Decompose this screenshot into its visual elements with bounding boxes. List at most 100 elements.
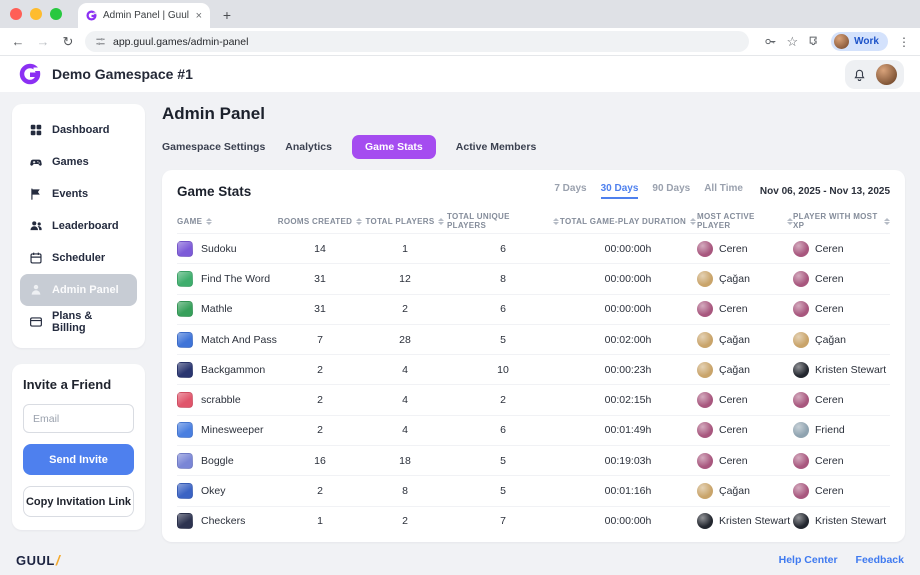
- close-window-button[interactable]: [10, 8, 22, 20]
- app-body: Dashboard Games Events Leaderboard Sched…: [0, 92, 920, 546]
- player-name: Kristen Stewart: [719, 515, 790, 527]
- game-icon: [177, 241, 193, 257]
- column-header-label: Total Game-Play Duration: [560, 217, 686, 226]
- total-players-cell: 8: [363, 485, 447, 497]
- player-avatar: [697, 453, 713, 469]
- sidebar-nav: Dashboard Games Events Leaderboard Sched…: [12, 104, 145, 348]
- sort-icon: [206, 218, 212, 225]
- player-avatar: [793, 422, 809, 438]
- game-name: Mathle: [201, 303, 233, 315]
- minimize-window-button[interactable]: [30, 8, 42, 20]
- most-active-player-cell: Çağan: [697, 483, 793, 499]
- total-players-cell: 2: [363, 515, 447, 527]
- column-header-5[interactable]: Most Active Player: [697, 212, 793, 230]
- notifications-bell-icon[interactable]: [852, 67, 867, 82]
- rooms-created-cell: 2: [277, 394, 363, 406]
- column-header-1[interactable]: Rooms Created: [277, 217, 363, 226]
- column-header-0[interactable]: Game: [177, 217, 277, 226]
- player-avatar: [697, 301, 713, 317]
- game-icon: [177, 362, 193, 378]
- new-tab-button[interactable]: +: [216, 4, 238, 26]
- sidebar-item-plans-billing[interactable]: Plans & Billing: [20, 306, 137, 338]
- player-name: Friend: [815, 424, 845, 436]
- page-title: Admin Panel: [162, 104, 905, 124]
- game-icon: [177, 483, 193, 499]
- copy-invitation-link-button[interactable]: Copy Invitation Link: [23, 486, 134, 517]
- tab-gamespace-settings[interactable]: Gamespace Settings: [162, 135, 265, 159]
- send-invite-button[interactable]: Send Invite: [23, 444, 134, 475]
- sidebar-item-dashboard[interactable]: Dashboard: [20, 114, 137, 146]
- column-header-6[interactable]: Player With Most XP: [793, 212, 890, 230]
- sidebar-item-scheduler[interactable]: Scheduler: [20, 242, 137, 274]
- sidebar-item-label: Events: [52, 188, 88, 200]
- browser-tab[interactable]: Admin Panel | Guul ×: [78, 3, 210, 28]
- extensions-puzzle-icon[interactable]: [808, 35, 821, 48]
- date-range[interactable]: Nov 06, 2025 - Nov 13, 2025: [760, 186, 890, 197]
- total-unique-players-cell: 5: [447, 485, 559, 497]
- column-header-2[interactable]: Total Players: [363, 217, 447, 226]
- player-name: Ceren: [815, 455, 844, 467]
- sidebar-item-label: Dashboard: [52, 124, 109, 136]
- browser-menu-icon[interactable]: ⋮: [898, 35, 910, 49]
- column-header-4[interactable]: Total Game-Play Duration: [559, 217, 697, 226]
- column-header-label: Total Players: [366, 217, 435, 226]
- total-unique-players-cell: 6: [447, 243, 559, 255]
- help-center-link[interactable]: Help Center: [779, 554, 838, 566]
- player-avatar: [697, 362, 713, 378]
- close-tab-icon[interactable]: ×: [196, 10, 202, 22]
- forward-button[interactable]: →: [35, 34, 51, 49]
- most-active-player-cell: Ceren: [697, 422, 793, 438]
- email-field[interactable]: [23, 404, 134, 433]
- column-header-label: Player With Most XP: [793, 212, 880, 230]
- column-header-3[interactable]: Total Unique Players: [447, 212, 559, 230]
- reload-button[interactable]: ↻: [60, 34, 76, 50]
- rooms-created-cell: 2: [277, 424, 363, 436]
- passwords-key-icon[interactable]: [764, 35, 777, 48]
- total-unique-players-cell: 5: [447, 455, 559, 467]
- duration-cell: 00:02:00h: [559, 334, 697, 346]
- bookmark-star-icon[interactable]: ☆: [787, 34, 799, 50]
- game-cell: Minesweeper: [177, 422, 277, 438]
- duration-cell: 00:00:00h: [559, 243, 697, 255]
- sidebar-item-label: Plans & Billing: [52, 310, 128, 334]
- filter-90-days[interactable]: 90 Days: [652, 183, 690, 199]
- header-actions: [845, 60, 904, 89]
- range-filters: 7 Days 30 Days 90 Days All Time Nov 06, …: [554, 183, 890, 199]
- player-avatar: [793, 453, 809, 469]
- total-unique-players-cell: 6: [447, 303, 559, 315]
- tab-title: Admin Panel | Guul: [103, 10, 190, 21]
- table-row: Backgammon241000:00:23hÇağanKristen Stew…: [177, 354, 890, 384]
- sidebar-item-events[interactable]: Events: [20, 178, 137, 210]
- table-row: Sudoku141600:00:00hCerenCeren: [177, 233, 890, 263]
- sidebar-item-games[interactable]: Games: [20, 146, 137, 178]
- table-row: scrabble24200:02:15hCerenCeren: [177, 384, 890, 414]
- zoom-window-button[interactable]: [50, 8, 62, 20]
- total-players-cell: 4: [363, 424, 447, 436]
- rooms-created-cell: 31: [277, 303, 363, 315]
- rooms-created-cell: 31: [277, 273, 363, 285]
- player-avatar: [697, 513, 713, 529]
- most-xp-player-cell: Ceren: [793, 271, 890, 287]
- back-button[interactable]: ←: [10, 34, 26, 49]
- user-avatar[interactable]: [876, 64, 897, 85]
- filter-all-time[interactable]: All Time: [704, 183, 743, 199]
- most-xp-player-cell: Ceren: [793, 241, 890, 257]
- tab-game-stats[interactable]: Game Stats: [352, 135, 436, 159]
- url-bar[interactable]: app.guul.games/admin-panel: [85, 31, 749, 52]
- game-name: scrabble: [201, 394, 241, 406]
- filter-7-days[interactable]: 7 Days: [554, 183, 586, 199]
- filter-30-days[interactable]: 30 Days: [601, 183, 639, 199]
- sidebar-item-leaderboard[interactable]: Leaderboard: [20, 210, 137, 242]
- sidebar-item-admin-panel[interactable]: Admin Panel: [20, 274, 137, 306]
- player-avatar: [793, 332, 809, 348]
- most-xp-player-cell: Friend: [793, 422, 890, 438]
- player-name: Ceren: [815, 273, 844, 285]
- game-icon: [177, 271, 193, 287]
- total-players-cell: 1: [363, 243, 447, 255]
- feedback-link[interactable]: Feedback: [856, 554, 904, 566]
- column-header-label: Rooms Created: [278, 217, 352, 226]
- tab-analytics[interactable]: Analytics: [285, 135, 332, 159]
- tab-active-members[interactable]: Active Members: [456, 135, 537, 159]
- browser-profile-chip[interactable]: Work: [831, 32, 888, 51]
- most-xp-player-cell: Ceren: [793, 301, 890, 317]
